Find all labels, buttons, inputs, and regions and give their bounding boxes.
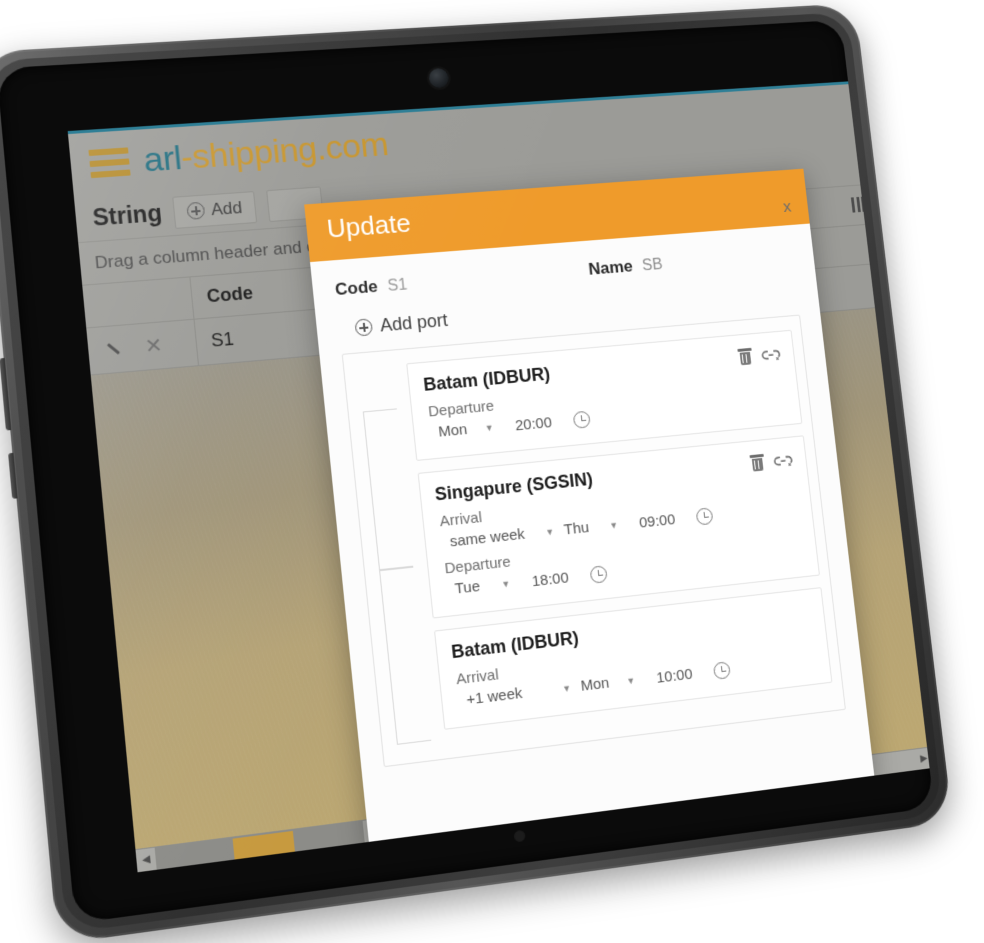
clock-icon[interactable] — [589, 564, 608, 584]
add-port-button[interactable]: Add port — [354, 310, 449, 339]
day-value: Mon — [437, 421, 469, 441]
chevron-down-icon: ▼ — [484, 422, 495, 433]
name-field: Name SB — [588, 252, 697, 281]
close-icon[interactable]: x — [782, 197, 792, 216]
day-select[interactable]: Mon ▼ — [578, 669, 641, 698]
port-connector-bracket — [362, 408, 414, 571]
port-list-container: Batam (IDBUR) Departure Mon ▼ 20:00 Sing… — [341, 314, 846, 768]
day-select[interactable]: Mon ▼ — [435, 416, 498, 444]
tablet-device: arl-shipping.com String Add Drag a colum… — [0, 3, 953, 943]
port-connector-bracket — [379, 566, 432, 745]
port-name: Batam (IDBUR) — [422, 363, 551, 395]
chevron-down-icon: ▼ — [500, 578, 511, 590]
camera-icon — [427, 67, 450, 89]
trash-icon[interactable] — [737, 347, 753, 366]
time-value[interactable]: 20:00 — [514, 413, 559, 434]
name-label: Name — [587, 256, 634, 279]
add-button[interactable]: Add — [172, 190, 257, 229]
grid-header-commands — [82, 277, 195, 328]
browser-viewport: arl-shipping.com String Add Drag a colum… — [67, 80, 935, 873]
code-value[interactable]: S1 — [387, 274, 444, 297]
port-card-actions — [737, 345, 781, 366]
day-select[interactable]: Tue ▼ — [452, 572, 516, 601]
close-icon[interactable]: ✕ — [144, 334, 164, 358]
chevron-down-icon: ▼ — [608, 519, 619, 531]
port-card-actions — [749, 451, 793, 472]
pencil-icon[interactable] — [107, 339, 128, 359]
clock-icon[interactable] — [695, 506, 714, 526]
home-indicator — [514, 830, 525, 842]
time-value[interactable]: 18:00 — [531, 568, 576, 590]
chevron-down-icon: ▼ — [561, 682, 572, 694]
row-command-cell: ✕ — [86, 319, 200, 375]
code-label: Code — [334, 276, 379, 300]
tablet-device-wrapper: arl-shipping.com String Add Drag a colum… — [0, 0, 984, 943]
tablet-screen-bezel: arl-shipping.com String Add Drag a colum… — [0, 19, 935, 924]
day-value: Tue — [453, 577, 481, 598]
grid-header-code[interactable]: Code — [191, 283, 254, 309]
port-card[interactable]: Singapure (SGSIN) Arrival same week ▼ Th… — [417, 435, 820, 619]
chevron-down-icon: ▼ — [626, 674, 636, 686]
clock-icon[interactable] — [572, 410, 591, 429]
plus-circle-icon — [354, 318, 374, 337]
day-value: Mon — [579, 674, 611, 695]
scroll-left-arrow[interactable]: ◀ — [136, 853, 156, 867]
trash-icon[interactable] — [749, 453, 765, 472]
week-offset-value: same week — [449, 525, 526, 551]
day-value: Thu — [562, 519, 590, 539]
clock-icon[interactable] — [712, 660, 731, 680]
week-offset-value: +1 week — [465, 684, 524, 709]
time-value[interactable]: 09:00 — [638, 510, 682, 531]
page-title: String — [91, 199, 164, 231]
name-value[interactable]: SB — [641, 254, 696, 277]
hamburger-icon[interactable] — [88, 147, 131, 179]
brand-primary: arl — [141, 138, 183, 180]
update-dialog: Update x Code S1 Name SB Add port Batam … — [304, 168, 876, 852]
dialog-body: Code S1 Name SB Add port Batam (IDBUR) D… — [310, 224, 866, 770]
day-select[interactable]: Thu ▼ — [561, 514, 623, 542]
screenshot-stage: arl-shipping.com String Add Drag a colum… — [0, 0, 984, 943]
add-button-label: Add — [210, 197, 243, 219]
chevron-down-icon: ▼ — [544, 526, 555, 537]
site-logo[interactable]: arl-shipping.com — [142, 125, 390, 180]
code-field: Code S1 — [334, 272, 444, 301]
link-icon[interactable] — [761, 346, 781, 363]
add-port-label: Add port — [379, 310, 449, 336]
dialog-title: Update — [325, 207, 412, 244]
link-icon[interactable] — [773, 452, 793, 469]
row-code-cell: S1 — [210, 328, 235, 351]
brand-secondary: -shipping.com — [179, 125, 390, 177]
time-value[interactable]: 10:00 — [655, 664, 699, 686]
plus-circle-icon — [186, 201, 206, 220]
